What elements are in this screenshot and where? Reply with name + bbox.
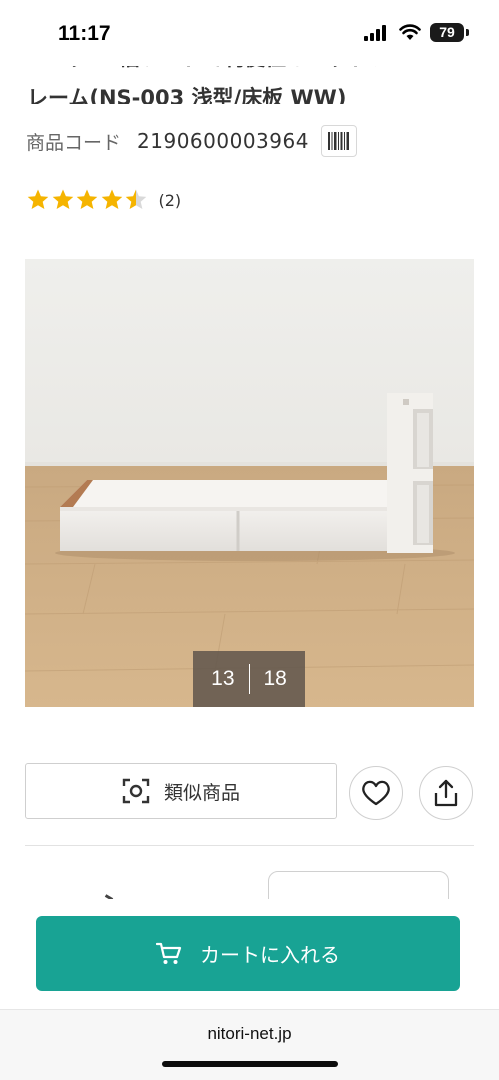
star-icon	[76, 189, 98, 209]
gallery-counter-separator	[248, 664, 250, 694]
section-divider	[25, 845, 474, 846]
browser-bottom-bar: nitori-net.jp	[0, 1009, 499, 1080]
wifi-icon	[399, 24, 421, 40]
battery-cap	[466, 29, 469, 36]
product-image[interactable]	[25, 259, 474, 707]
similar-products-label: 類似商品	[163, 781, 240, 804]
product-code-row: 商品コード 2190600003964	[26, 125, 357, 157]
url-display[interactable]: nitori-net.jp	[0, 1024, 499, 1044]
share-icon	[434, 779, 458, 807]
barcode-button[interactable]	[320, 125, 357, 157]
similar-products-button[interactable]: 類似商品	[25, 763, 337, 819]
status-bar: 11:17 79	[0, 0, 499, 66]
status-time: 11:17	[58, 22, 111, 45]
battery-indicator: 79	[430, 23, 464, 42]
product-title-line2: レーム(NS-003 浅型/床板 WW)	[27, 86, 347, 104]
star-rating	[26, 188, 149, 212]
product-code-value: 2190600003964	[137, 129, 309, 153]
rating-row[interactable]: (2)	[26, 186, 181, 214]
barcode-icon	[327, 132, 349, 150]
product-photo	[25, 259, 474, 707]
cellular-signal-icon	[364, 25, 386, 41]
gallery-total: 18	[263, 667, 287, 690]
heart-icon	[362, 780, 390, 806]
add-to-cart-button[interactable]: カートに入れる	[36, 916, 460, 991]
scan-icon	[122, 778, 150, 804]
share-button[interactable]	[419, 766, 473, 820]
star-icon	[125, 189, 147, 209]
add-to-cart-label: カートに入れる	[200, 943, 340, 967]
favorite-button[interactable]	[349, 766, 403, 820]
cart-icon	[156, 942, 182, 964]
star-icon	[52, 189, 73, 209]
star-icon	[101, 189, 122, 209]
home-indicator[interactable]	[162, 1061, 338, 1067]
gallery-counter: 13 18	[193, 651, 305, 707]
star-icon	[27, 189, 49, 209]
product-code-label: 商品コード	[26, 131, 122, 154]
review-count: (2)	[158, 190, 182, 210]
gallery-current: 13	[211, 667, 235, 690]
